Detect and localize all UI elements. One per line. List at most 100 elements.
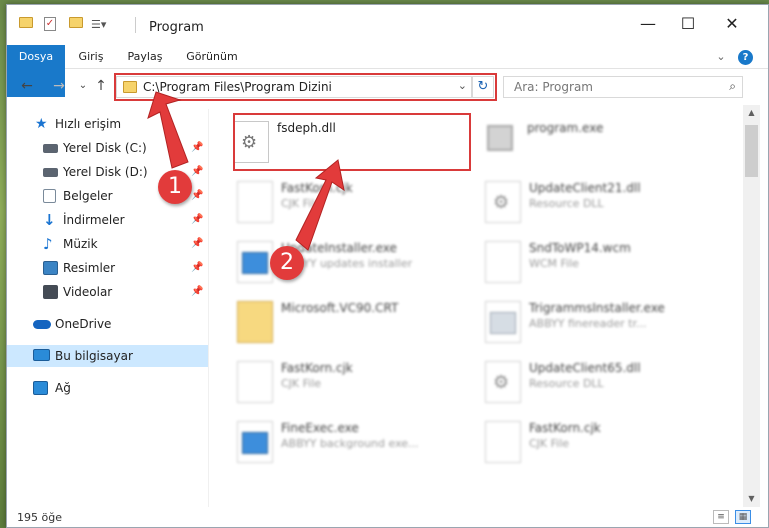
forward-button[interactable]: → [51,77,67,95]
dll-file-icon: ⚙ [485,361,521,403]
file-name: FineExec.exe [281,421,359,435]
minimize-button[interactable]: — [633,13,663,37]
file-item[interactable]: FastKorn.cjk CJK File [485,417,725,469]
exe-file-icon [485,301,521,343]
file-name: Microsoft.VC90.CRT [281,301,399,315]
file-type: Resource DLL [529,377,604,390]
address-highlight-box [114,73,497,101]
file-name: program.exe [527,121,604,135]
tab-view[interactable]: Görünüm [183,45,241,69]
computer-icon [33,349,50,361]
properties-check-icon[interactable]: ✓ [44,17,56,31]
pin-icon[interactable]: 📌 [191,185,203,207]
pictures-icon [43,261,58,275]
large-icons-view-button[interactable]: ▦ [735,510,751,524]
pin-icon[interactable]: 📌 [191,209,203,231]
file-item[interactable]: Microsoft.VC90.CRT [237,297,477,349]
exe-file-icon [237,421,273,463]
sidebar-item-pictures[interactable]: Resimler 📌 [7,257,208,279]
search-icon[interactable]: ⌕ [729,79,736,94]
title-bar: ✓ ☰▾ Program — ☐ ✕ [7,5,768,45]
step-1-badge: 1 [158,170,192,204]
maximize-button[interactable]: ☐ [673,13,703,37]
sidebar-item-label: Ağ [55,381,71,395]
window-title: Program [149,20,204,35]
gear-icon: ⚙ [493,372,510,393]
star-icon: ★ [35,116,48,132]
back-button[interactable]: ← [19,77,35,95]
app-window-icon [242,252,268,274]
scroll-down-icon[interactable]: ▼ [743,491,760,507]
sidebar-item-label: Müzik [63,237,98,251]
sidebar-item-videos[interactable]: Videolar 📌 [7,281,208,303]
search-placeholder: Ara: Program [514,80,593,94]
folder-icon [237,301,273,343]
file-item[interactable]: SndToWP14.wcm WCM File [485,237,725,289]
file-type: Resource DLL [529,197,604,210]
pin-icon[interactable]: 📌 [191,137,203,159]
sidebar-item-label: Resimler [63,261,116,275]
file-item[interactable]: FineExec.exe ABBYY background exe... [237,417,477,469]
document-icon [43,189,56,203]
ribbon-expand-icon[interactable]: ⌄ [713,45,729,69]
music-icon: ♪ [43,235,53,253]
file-list: ⚙ fsdeph.dll program.exe FastKorn.cjk CJ… [209,105,743,507]
details-view-button[interactable]: ≡ [713,510,729,524]
file-name: TrigrammsInstaller.exe [529,301,665,315]
sidebar-item-label: Yerel Disk (D:) [63,165,148,179]
sidebar-item-music[interactable]: ♪ Müzik 📌 [7,233,208,255]
sidebar-item-network[interactable]: Ağ [7,377,208,399]
file-item[interactable]: program.exe [483,117,723,169]
scroll-up-icon[interactable]: ▲ [743,105,760,121]
file-name: SndToWP14.wcm [529,241,631,255]
sidebar-item-label: Hızlı erişim [55,117,122,131]
cloud-icon [33,320,51,329]
item-count: 195 öğe [17,511,62,524]
file-type: ABBYY background exe... [281,437,419,450]
tab-share[interactable]: Paylaş [123,45,167,69]
vertical-scrollbar[interactable]: ▲ ▼ [743,105,760,507]
sidebar-item-quick-access[interactable]: ★ Hızlı erişim [7,113,208,135]
navigation-pane: ★ Hızlı erişim Yerel Disk (C:) 📌 Yerel D… [7,109,208,507]
help-icon[interactable]: ? [738,50,753,65]
sidebar-item-label: Belgeler [63,189,113,203]
file-name: FastKorn.cjk [281,181,353,195]
file-item[interactable]: ⚙ UpdateClient21.dll Resource DLL [485,177,725,229]
file-item[interactable]: FastKorn.cjk CJK File [237,357,477,409]
pin-icon[interactable]: 📌 [191,257,203,279]
drive-icon [43,168,58,177]
status-bar: 195 öğe ≡ ▦ [7,507,768,527]
app-window-icon [242,432,268,454]
file-item[interactable]: FastKorn.cjk CJK File [237,177,477,229]
file-icon [485,241,521,283]
file-name: FastKorn.cjk [529,421,601,435]
recent-locations-button[interactable]: ⌄ [75,77,91,95]
quick-access-folder-icon[interactable] [19,17,33,28]
sidebar-item-downloads[interactable]: ↓ İndirmeler 📌 [7,209,208,231]
sidebar-item-local-disk-c[interactable]: Yerel Disk (C:) 📌 [7,137,208,159]
file-name: UpdateClient21.dll [529,181,641,195]
tab-home[interactable]: Giriş [73,45,109,69]
step-2-badge: 2 [270,246,304,280]
pin-icon[interactable]: 📌 [191,161,203,183]
file-item[interactable]: TrigrammsInstaller.exe ABBYY finereader … [485,297,725,349]
file-icon [237,361,273,403]
file-type: WCM File [529,257,579,270]
video-icon [43,285,58,299]
gear-icon: ⚙ [493,192,510,213]
sidebar-item-this-pc[interactable]: Bu bilgisayar [7,345,208,367]
search-input[interactable]: Ara: Program ⌕ [503,76,743,98]
file-name: FastKorn.cjk [281,361,353,375]
pin-icon[interactable]: 📌 [191,281,203,303]
customize-toolbar-icon[interactable]: ☰▾ [91,18,106,34]
pin-icon[interactable]: 📌 [191,233,203,255]
up-button[interactable]: ↑ [93,77,109,95]
scroll-thumb[interactable] [745,125,758,177]
new-folder-icon[interactable] [69,17,83,28]
file-item[interactable]: ⚙ UpdateClient65.dll Resource DLL [485,357,725,409]
close-button[interactable]: ✕ [717,13,747,37]
title-separator [135,17,136,33]
file-type: CJK File [529,437,570,450]
file-icon [237,181,273,223]
sidebar-item-onedrive[interactable]: OneDrive [7,313,208,335]
